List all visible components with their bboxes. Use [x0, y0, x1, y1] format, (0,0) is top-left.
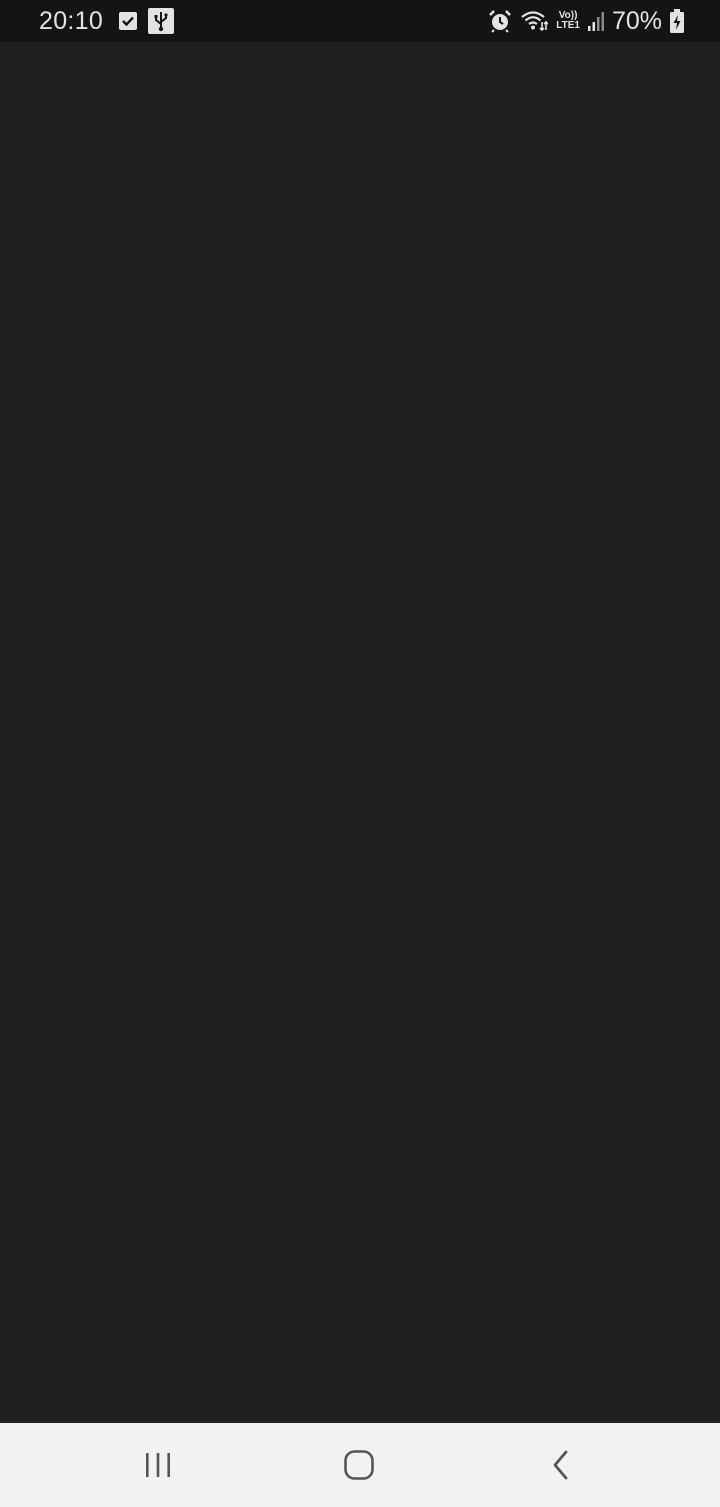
alarm-icon — [488, 9, 512, 33]
usb-icon — [148, 8, 174, 34]
recent-apps-button[interactable] — [128, 1440, 188, 1490]
wifi-icon — [520, 10, 549, 32]
home-icon — [343, 1449, 375, 1481]
volte-lte-icon: Vo)) LTE1 — [556, 11, 580, 31]
checkbox-icon — [118, 11, 138, 31]
phone-screen: 20:10 Vo)) LTE1 70% — [0, 0, 720, 1507]
back-icon — [551, 1450, 571, 1480]
status-system-icons: Vo)) LTE1 70% — [488, 6, 684, 36]
app-content-area — [0, 42, 720, 1423]
signal-icon — [587, 11, 604, 31]
status-time: 20:10 — [39, 7, 104, 35]
navigation-bar — [0, 1423, 720, 1507]
recent-apps-icon — [143, 1451, 173, 1479]
back-button[interactable] — [531, 1440, 591, 1490]
status-bar: 20:10 Vo)) LTE1 70% — [0, 0, 720, 42]
lte-label: LTE1 — [556, 20, 580, 31]
status-notification-icons — [118, 8, 174, 34]
home-button[interactable] — [329, 1440, 389, 1490]
battery-charging-icon — [670, 9, 684, 33]
battery-percentage: 70% — [611, 7, 662, 35]
